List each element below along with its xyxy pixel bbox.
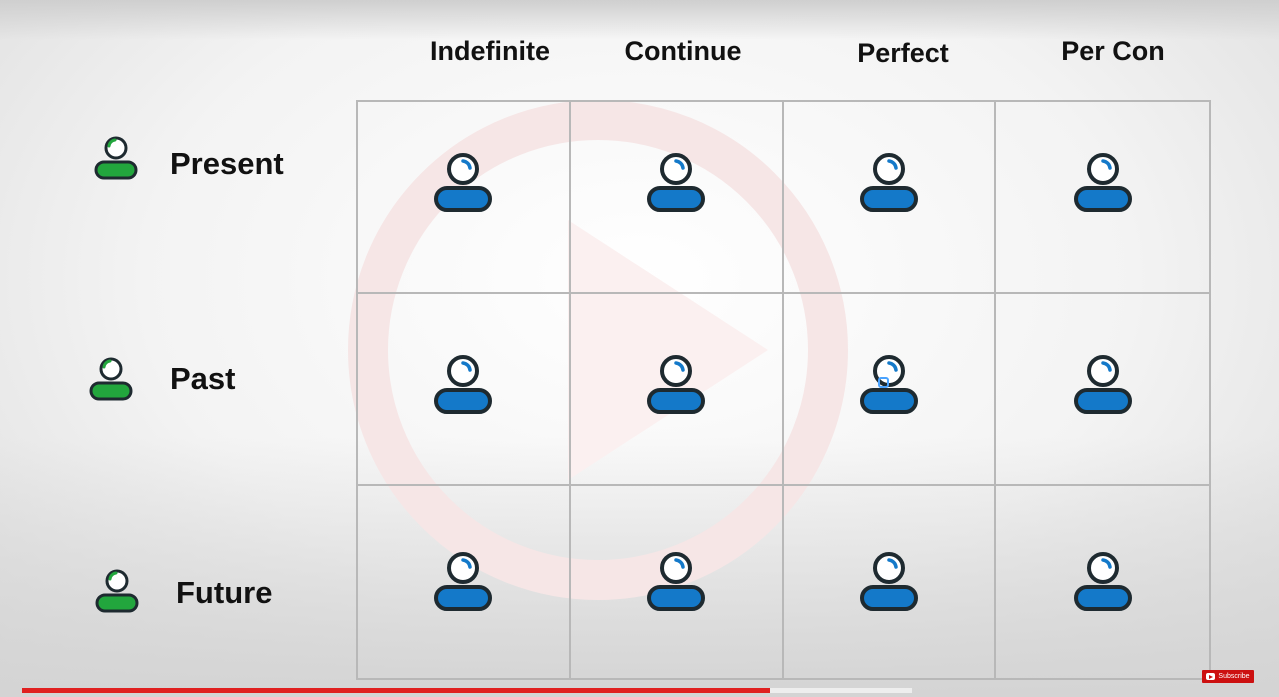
video-progress-bar[interactable] bbox=[22, 688, 912, 693]
video-progress-fill bbox=[22, 688, 770, 693]
person-icon bbox=[434, 355, 493, 414]
person-icon bbox=[1073, 153, 1132, 212]
person-icon bbox=[434, 153, 493, 212]
person-icon bbox=[647, 153, 706, 212]
column-header-perfect: Perfect bbox=[857, 38, 949, 68]
person-icon bbox=[1073, 355, 1132, 414]
subscribe-button[interactable]: Subscribe bbox=[1202, 670, 1254, 683]
person-icon bbox=[859, 355, 918, 414]
row-label-future: Future bbox=[176, 575, 273, 610]
row-label-past: Past bbox=[170, 361, 236, 396]
grid-cell bbox=[784, 486, 997, 678]
person-icon bbox=[89, 357, 133, 401]
person-icon bbox=[859, 153, 918, 212]
row-label-present: Present bbox=[170, 146, 284, 181]
tense-grid bbox=[356, 100, 1211, 680]
youtube-logo-icon bbox=[1206, 673, 1216, 680]
person-icon bbox=[434, 552, 493, 611]
grid-cell bbox=[571, 486, 784, 678]
grid-cell bbox=[358, 294, 571, 486]
grid-cell bbox=[783, 102, 997, 294]
grid-cell bbox=[570, 294, 784, 486]
person-icon bbox=[94, 136, 138, 180]
top-shade bbox=[0, 0, 1279, 40]
grid-cell bbox=[358, 486, 571, 678]
person-icon bbox=[95, 569, 139, 613]
grid-cell bbox=[358, 102, 571, 294]
column-header-per-con: Per Con bbox=[1061, 36, 1165, 66]
person-icon bbox=[1073, 552, 1132, 611]
column-header-continue: Continue bbox=[624, 36, 742, 66]
grid-cell bbox=[783, 294, 997, 486]
column-header-indefinite: Indefinite bbox=[430, 36, 550, 66]
grid-cell bbox=[996, 486, 1209, 678]
person-icon bbox=[859, 552, 918, 611]
grid-cell bbox=[996, 102, 1209, 294]
grid-cell bbox=[570, 102, 784, 294]
grid-cell bbox=[996, 294, 1209, 486]
person-icon bbox=[647, 552, 706, 611]
subscribe-label: Subscribe bbox=[1218, 673, 1250, 680]
person-icon bbox=[647, 355, 706, 414]
